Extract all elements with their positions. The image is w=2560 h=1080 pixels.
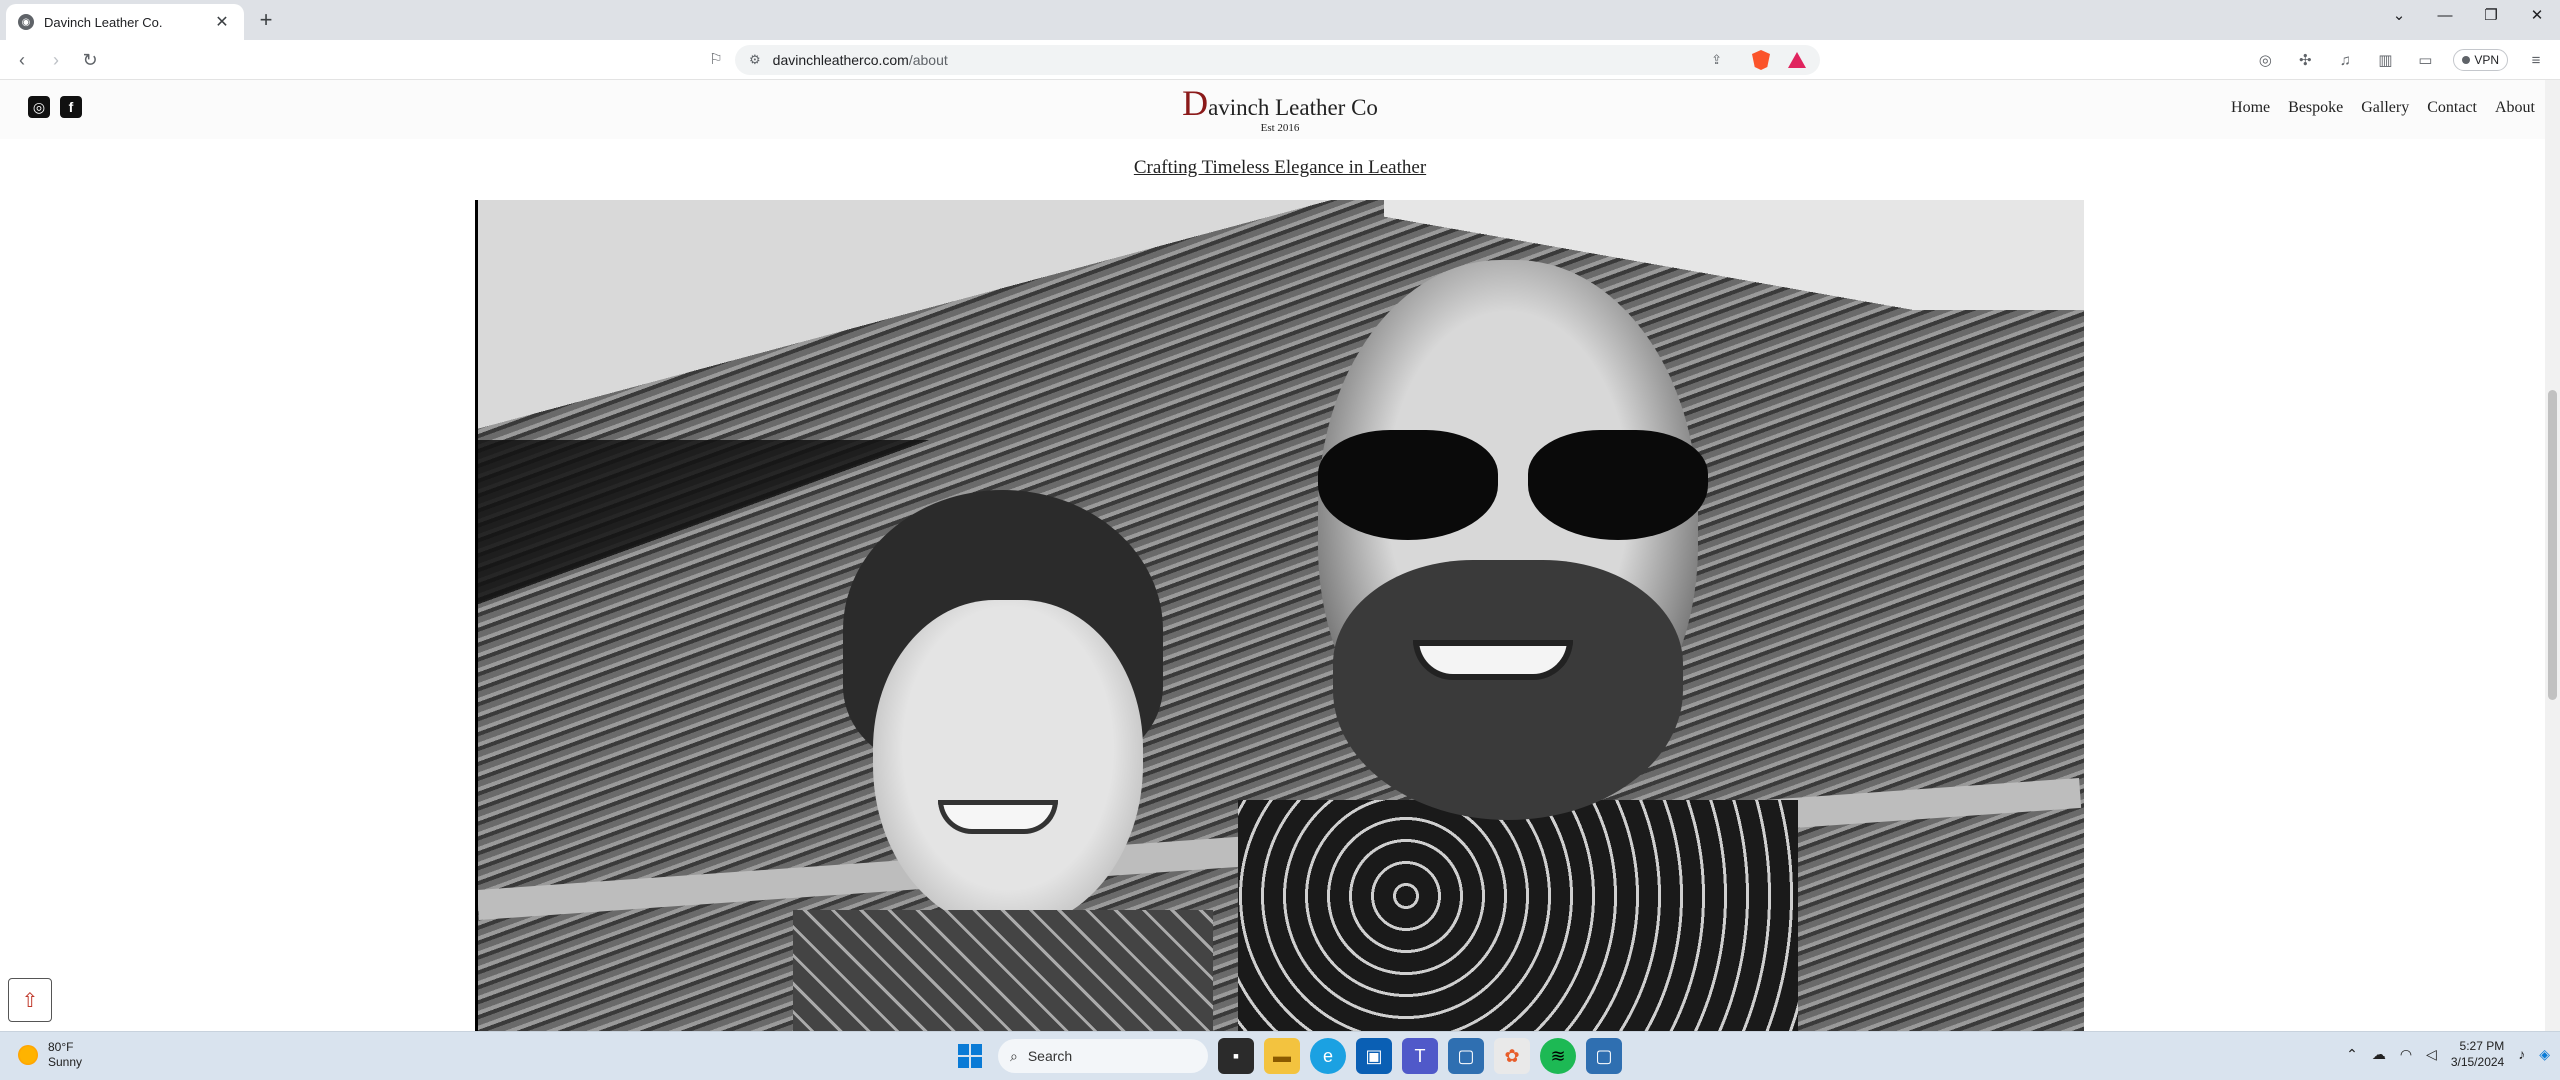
reload-icon[interactable]: ↻: [78, 48, 102, 72]
volume-icon[interactable]: ◁: [2426, 1046, 2437, 1063]
logo-rest: avinch Leather Co: [1208, 95, 1378, 120]
teams-icon[interactable]: T: [1402, 1038, 1438, 1074]
toolbar-actions: ◎ ✣ ♫ ▥ ▭ VPN ≡: [2253, 48, 2548, 72]
tab-close-button[interactable]: ✕: [212, 12, 232, 32]
taskbar-apps: ⌕ Search ▪ ▬ e ▣ T ▢ ✿ ≋ ▢: [952, 1038, 1622, 1074]
url-domain: davinchleatherco.com: [772, 52, 909, 68]
nav-contact[interactable]: Contact: [2427, 99, 2477, 117]
nav-bespoke[interactable]: Bespoke: [2288, 99, 2343, 117]
forward-arrow-icon[interactable]: ›: [44, 48, 68, 72]
nav-home[interactable]: Home: [2231, 99, 2270, 117]
minimize-button[interactable]: —: [2422, 0, 2468, 30]
address-bar[interactable]: ⚙ davinchleatherco.com/about ⇪: [735, 45, 1820, 75]
back-arrow-icon[interactable]: ‹: [10, 48, 34, 72]
page-viewport: ◎ f Davinch Leather Co Est 2016 Home Bes…: [0, 80, 2545, 1031]
windows-start-icon[interactable]: [952, 1038, 988, 1074]
app-window-icon[interactable]: ▢: [1448, 1038, 1484, 1074]
man-smile: [1413, 640, 1573, 680]
lens-left: [1318, 430, 1498, 540]
media-icon[interactable]: ♫: [2333, 48, 2357, 72]
menu-icon[interactable]: ≡: [2524, 48, 2548, 72]
window-controls: ⌄ — ❐ ✕: [2376, 0, 2560, 30]
browser-tab-bar: ◉ Davinch Leather Co. ✕ + ⌄ — ❐ ✕: [0, 0, 2560, 40]
site-header: ◎ f Davinch Leather Co Est 2016 Home Bes…: [0, 80, 2545, 139]
photo-woman: [793, 490, 1243, 1031]
tab-search-button[interactable]: ⌄: [2376, 0, 2422, 30]
store-icon[interactable]: ▣: [1356, 1038, 1392, 1074]
nav-gallery[interactable]: Gallery: [2361, 99, 2409, 117]
taskbar: 80°F Sunny ⌕ Search ▪ ▬ e ▣ T ▢ ✿ ≋ ▢ ⌃ …: [0, 1031, 2560, 1080]
browser-app-icon[interactable]: ▢: [1586, 1038, 1622, 1074]
url-path: /about: [908, 52, 948, 68]
photo-man: [1238, 260, 1798, 1031]
logo-title: Davinch Leather Co: [0, 82, 2545, 124]
spotify-icon[interactable]: ≋: [1540, 1038, 1576, 1074]
man-beard: [1333, 560, 1683, 820]
leo-ai-icon[interactable]: ◎: [2253, 48, 2277, 72]
url-text[interactable]: davinchleatherco.com/about: [773, 52, 1711, 68]
sunglasses: [1298, 430, 1718, 540]
vpn-button[interactable]: VPN: [2453, 49, 2508, 71]
man-shirt: [1238, 800, 1798, 1031]
wifi-icon[interactable]: ◠: [2400, 1046, 2412, 1063]
new-tab-button[interactable]: +: [254, 8, 278, 32]
site-logo[interactable]: Davinch Leather Co Est 2016: [0, 82, 2545, 134]
page-headline: Crafting Timeless Elegance in Leather: [1133, 157, 1427, 178]
search-label: Search: [1027, 1048, 1073, 1064]
system-tray: ⌃ ☁ ◠ ◁ 5:27 PM 3/15/2024 ♪ ◈: [2346, 1038, 2550, 1070]
share-icon[interactable]: ⇪: [1711, 52, 1722, 68]
extensions-icon[interactable]: ✣: [2293, 48, 2317, 72]
notification-bell-icon[interactable]: ♪: [2518, 1046, 2525, 1062]
woman-face: [873, 600, 1143, 930]
close-window-button[interactable]: ✕: [2514, 0, 2560, 30]
sidebar-icon[interactable]: ▥: [2373, 48, 2397, 72]
browser-tab[interactable]: ◉ Davinch Leather Co. ✕: [6, 4, 244, 40]
weather-temp: 80°F: [48, 1040, 74, 1054]
clock-date: 3/15/2024: [2450, 1055, 2505, 1069]
weather-desc: Sunny: [48, 1055, 83, 1069]
nav-about[interactable]: About: [2495, 99, 2535, 117]
site-settings-icon[interactable]: ⚙: [749, 52, 761, 68]
woman-smile: [938, 800, 1058, 834]
search-icon: ⌕: [1010, 1047, 1018, 1064]
copilot-icon[interactable]: ◈: [2539, 1046, 2550, 1063]
chevron-up-icon[interactable]: ⌃: [2346, 1046, 2358, 1063]
clock[interactable]: 5:27 PM 3/15/2024: [2451, 1038, 2504, 1070]
brave-shields-icon[interactable]: [1752, 50, 1770, 70]
woman-shirt: [793, 910, 1213, 1031]
logo-subtitle: Est 2016: [1260, 122, 1300, 134]
vpn-status-icon: [2462, 56, 2471, 64]
photos-icon[interactable]: ✿: [1494, 1038, 1530, 1074]
brave-rewards-icon[interactable]: [1788, 52, 1806, 68]
about-photo: [475, 200, 2084, 1031]
onedrive-icon[interactable]: ☁: [2372, 1046, 2386, 1063]
file-explorer-icon[interactable]: ▬: [1264, 1038, 1300, 1074]
upload-icon: ⇧: [21, 989, 39, 1012]
scrollbar-thumb[interactable]: [2548, 390, 2557, 700]
wallet-icon[interactable]: ▭: [2413, 48, 2437, 72]
task-view-icon[interactable]: ▪: [1218, 1038, 1254, 1074]
lens-right: [1528, 430, 1708, 540]
globe-icon: ◉: [18, 14, 34, 30]
edge-icon[interactable]: e: [1310, 1038, 1346, 1074]
taskbar-search[interactable]: ⌕ Search: [998, 1039, 1208, 1073]
weather-widget[interactable]: 80°F Sunny: [18, 1040, 82, 1070]
weather-text: 80°F Sunny: [48, 1040, 82, 1070]
site-nav: Home Bespoke Gallery Contact About: [2231, 99, 2535, 117]
tab-title: Davinch Leather Co.: [44, 14, 163, 30]
vpn-label: VPN: [2474, 53, 2499, 67]
share-button[interactable]: ⇧: [8, 978, 52, 1022]
page-scrollbar[interactable]: [2545, 80, 2560, 1031]
sun-icon: [18, 1045, 38, 1065]
browser-toolbar: ‹ › ↻ ⚐ ⚙ davinchleatherco.com/about ⇪ ◎…: [0, 40, 2560, 80]
clock-time: 5:27 PM: [2459, 1039, 2505, 1053]
logo-initial: D: [1182, 83, 1209, 123]
restore-button[interactable]: ❐: [2468, 0, 2514, 30]
bookmark-icon[interactable]: ⚐: [704, 48, 728, 72]
